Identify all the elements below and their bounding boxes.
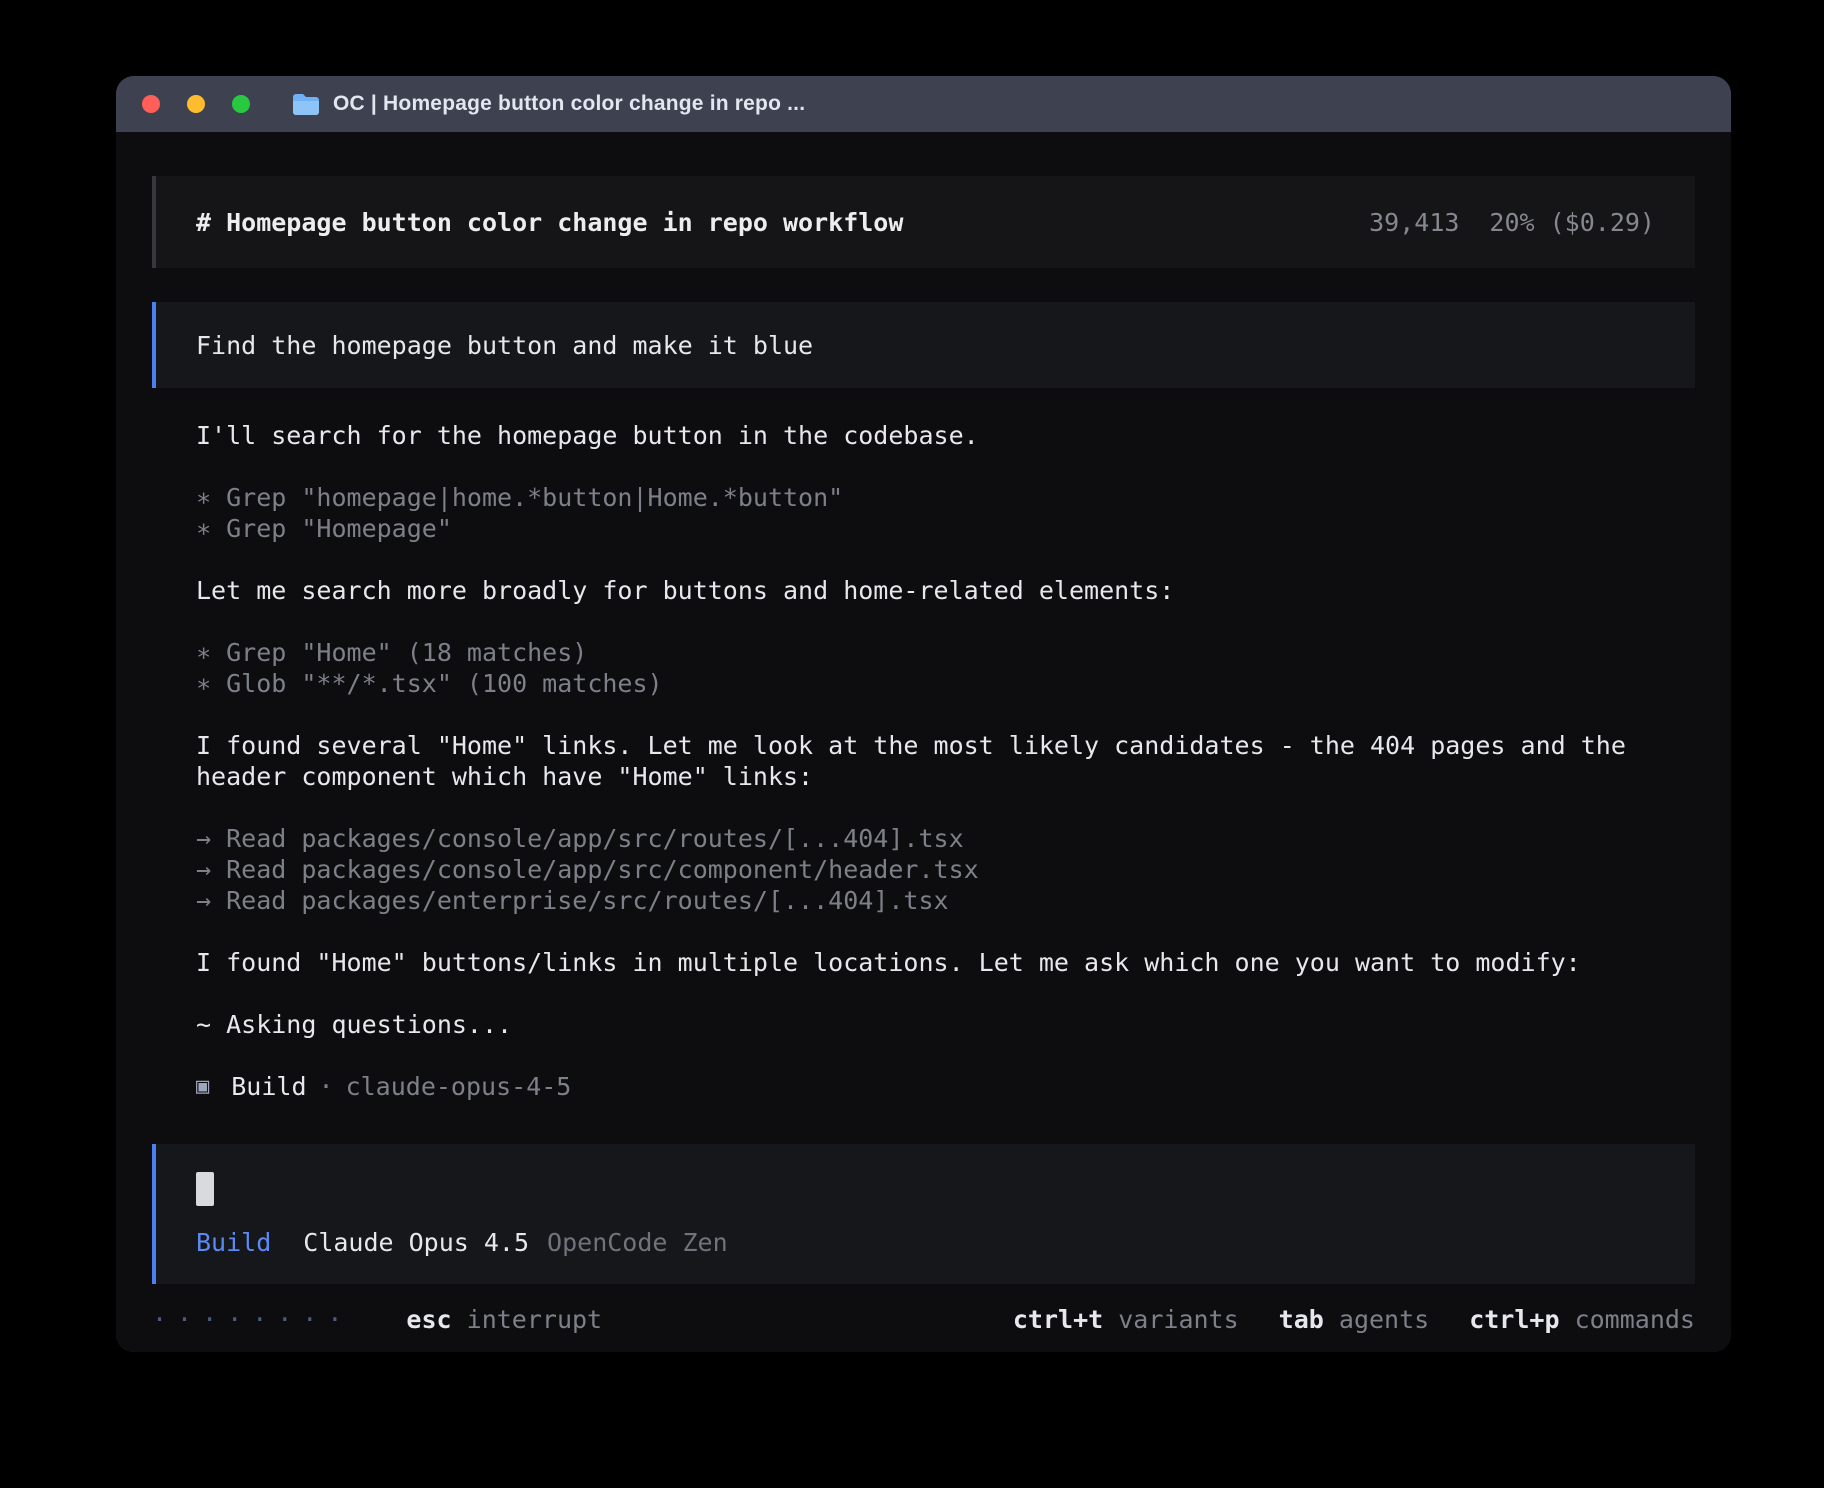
progress-dots: ········ bbox=[152, 1304, 352, 1335]
user-message: Find the homepage button and make it blu… bbox=[152, 302, 1695, 388]
tool-call-group: ∗ Grep "homepage|home.*button|Home.*butt… bbox=[196, 482, 1695, 544]
hint-key-ctrl-t: ctrl+t bbox=[1013, 1305, 1103, 1334]
tool-call-line: ∗ Glob "**/*.tsx" (100 matches) bbox=[196, 668, 1695, 699]
zoom-button[interactable] bbox=[232, 95, 250, 113]
tool-call-line: ∗ Grep "Homepage" bbox=[196, 513, 1695, 544]
terminal-window: OC | Homepage button color change in rep… bbox=[116, 76, 1731, 1352]
agent-row: ▣ Build · claude-opus-4-5 bbox=[196, 1071, 1695, 1102]
context-usage: 20% ($0.29) bbox=[1489, 207, 1655, 238]
tool-call-line: → Read packages/console/app/src/routes/[… bbox=[196, 823, 1695, 854]
agent-model: claude-opus-4-5 bbox=[346, 1071, 572, 1102]
window-title: OC | Homepage button color change in rep… bbox=[333, 92, 805, 116]
hint-key-ctrl-p: ctrl+p bbox=[1469, 1305, 1559, 1334]
agent-icon: ▣ bbox=[196, 1071, 209, 1102]
tool-call-line: → Read packages/enterprise/src/routes/[.… bbox=[196, 885, 1695, 916]
titlebar[interactable]: OC | Homepage button color change in rep… bbox=[116, 76, 1731, 132]
assistant-paragraph: Let me search more broadly for buttons a… bbox=[196, 575, 1695, 606]
close-button[interactable] bbox=[142, 95, 160, 113]
hint-label-interrupt: interrupt bbox=[467, 1305, 602, 1334]
input-modeline: Build Claude Opus 4.5 OpenCode Zen bbox=[196, 1227, 1655, 1258]
tool-call-group: ∗ Grep "Home" (18 matches) ∗ Glob "**/*.… bbox=[196, 637, 1695, 699]
session-header: # Homepage button color change in repo w… bbox=[152, 176, 1695, 268]
hint-agents: tab agents bbox=[1279, 1304, 1430, 1335]
tool-call-line: ∗ Grep "Home" (18 matches) bbox=[196, 637, 1695, 668]
hint-label-variants: variants bbox=[1118, 1305, 1238, 1334]
working-status: ~ Asking questions... bbox=[196, 1009, 1695, 1040]
hint-commands: ctrl+p commands bbox=[1469, 1304, 1695, 1335]
model-name: Claude Opus 4.5 bbox=[303, 1227, 529, 1258]
traffic-lights bbox=[142, 95, 250, 113]
folder-icon bbox=[292, 93, 320, 116]
prompt-input[interactable]: Build Claude Opus 4.5 OpenCode Zen bbox=[152, 1144, 1695, 1284]
agent-mode[interactable]: Build bbox=[196, 1227, 271, 1258]
assistant-paragraph: I'll search for the homepage button in t… bbox=[196, 420, 1695, 451]
terminal-content: # Homepage button color change in repo w… bbox=[116, 132, 1731, 1352]
hint-label-commands: commands bbox=[1575, 1305, 1695, 1334]
hint-key-esc: esc bbox=[406, 1305, 451, 1334]
session-title: # Homepage button color change in repo w… bbox=[196, 207, 903, 238]
assistant-transcript: I'll search for the homepage button in t… bbox=[152, 420, 1695, 1102]
tool-call-group: → Read packages/console/app/src/routes/[… bbox=[196, 823, 1695, 916]
hint-key-tab: tab bbox=[1279, 1305, 1324, 1334]
tool-call-line: ∗ Grep "homepage|home.*button|Home.*butt… bbox=[196, 482, 1695, 513]
hint-interrupt: esc interrupt bbox=[406, 1304, 602, 1335]
agent-separator: · bbox=[319, 1071, 334, 1102]
hint-label-agents: agents bbox=[1339, 1305, 1429, 1334]
agent-name: Build bbox=[231, 1071, 306, 1102]
model-provider: OpenCode Zen bbox=[547, 1227, 728, 1258]
text-cursor bbox=[196, 1172, 214, 1206]
token-count: 39,413 bbox=[1369, 207, 1459, 238]
tool-call-line: → Read packages/console/app/src/componen… bbox=[196, 854, 1695, 885]
hint-variants: ctrl+t variants bbox=[1013, 1304, 1239, 1335]
session-stats: 39,413 20% ($0.29) bbox=[1369, 207, 1655, 238]
user-message-text: Find the homepage button and make it blu… bbox=[196, 330, 813, 361]
status-shortcuts: ctrl+t variants tab agents ctrl+p comman… bbox=[1013, 1304, 1695, 1335]
assistant-paragraph: I found several "Home" links. Let me loo… bbox=[196, 730, 1695, 792]
status-bar: ········ esc interrupt ctrl+t variants t… bbox=[152, 1304, 1695, 1335]
assistant-paragraph: I found "Home" buttons/links in multiple… bbox=[196, 947, 1695, 978]
minimize-button[interactable] bbox=[187, 95, 205, 113]
